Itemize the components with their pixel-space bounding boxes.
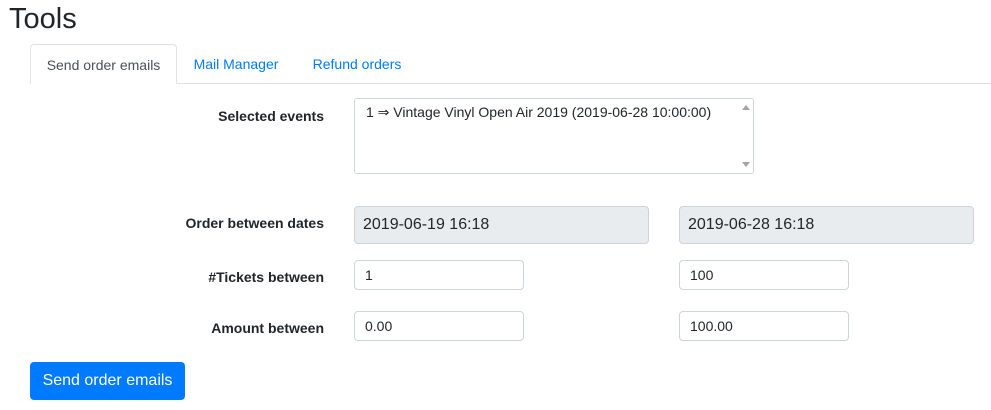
- event-option[interactable]: 1 ⇒ Vintage Vinyl Open Air 2019 (2019-06…: [366, 104, 711, 121]
- tickets-max-input[interactable]: [679, 260, 849, 290]
- scrollbar[interactable]: [739, 99, 753, 173]
- tickets-label: #Tickets between: [208, 269, 324, 285]
- order-date-to-field[interactable]: 2019-06-28 16:18: [679, 206, 974, 244]
- tickets-min-input[interactable]: [354, 260, 524, 290]
- amount-label: Amount between: [211, 320, 324, 336]
- amount-min-input[interactable]: [354, 311, 524, 341]
- order-dates-label: Order between dates: [185, 215, 325, 231]
- page-title: Tools: [9, 3, 77, 35]
- triangle-up-icon[interactable]: [742, 105, 750, 110]
- tab-mail-manager[interactable]: Mail Manager: [180, 44, 292, 84]
- order-date-from-field[interactable]: 2019-06-19 16:18: [354, 206, 649, 244]
- tab-send-order-emails[interactable]: Send order emails: [30, 44, 177, 84]
- selected-events-multiselect[interactable]: 1 ⇒ Vintage Vinyl Open Air 2019 (2019-06…: [354, 98, 754, 174]
- tab-refund-orders[interactable]: Refund orders: [298, 44, 416, 84]
- selected-events-label: Selected events: [218, 108, 324, 124]
- amount-max-input[interactable]: [679, 311, 849, 341]
- triangle-down-icon[interactable]: [742, 162, 750, 167]
- send-order-emails-button[interactable]: Send order emails: [30, 362, 185, 400]
